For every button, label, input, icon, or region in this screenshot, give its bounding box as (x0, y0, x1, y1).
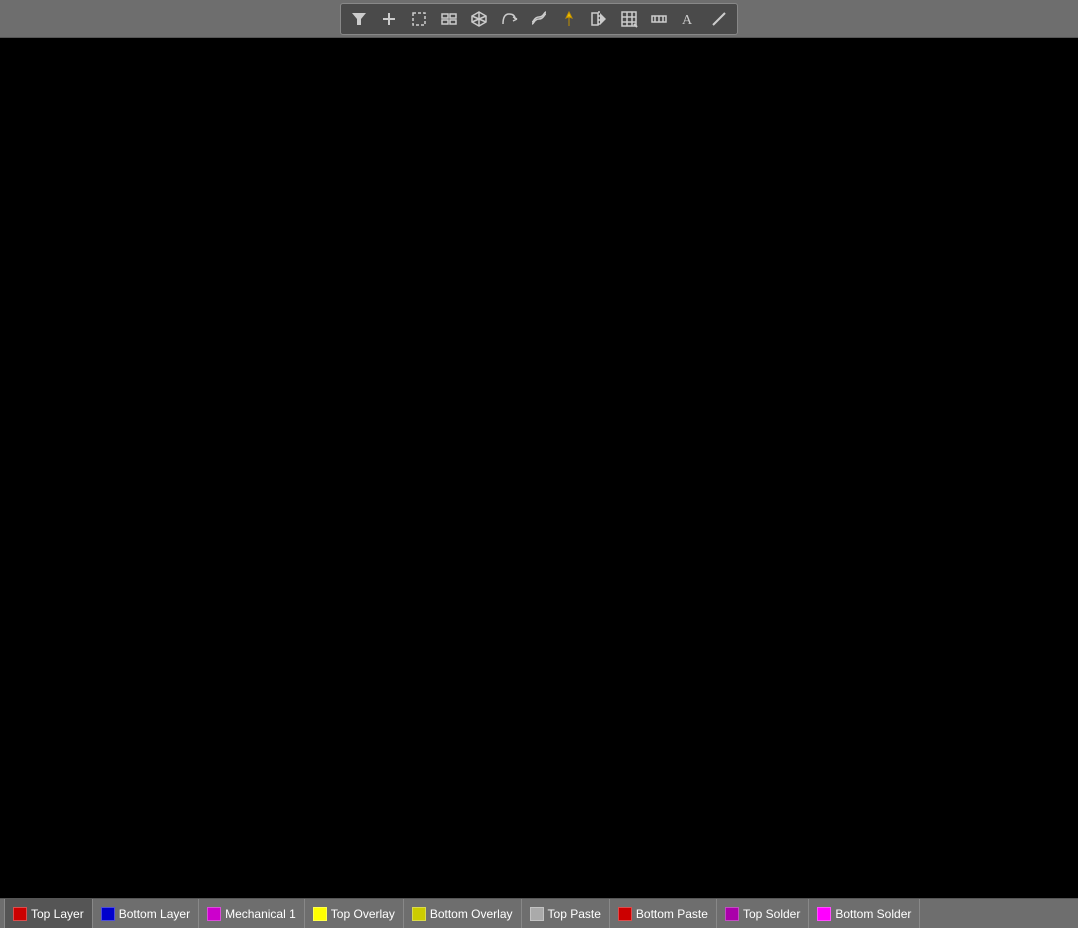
layer-color-bottom-paste (618, 907, 632, 921)
layer-label-bottom-solder: Bottom Solder (835, 907, 911, 921)
layer-item-top-overlay[interactable]: Top Overlay (305, 899, 404, 928)
3d-button[interactable] (465, 6, 493, 32)
text-button[interactable]: A (675, 6, 703, 32)
layer-label-mechanical-1: Mechanical 1 (225, 907, 296, 921)
pin-button[interactable] (555, 6, 583, 32)
layer-item-bottom-paste[interactable]: Bottom Paste (610, 899, 717, 928)
rect-select-button[interactable] (405, 6, 433, 32)
layer-item-top-solder[interactable]: Top Solder (717, 899, 809, 928)
layer-label-top-overlay: Top Overlay (331, 907, 395, 921)
layer-item-bottom-overlay[interactable]: Bottom Overlay (404, 899, 522, 928)
align-button[interactable] (435, 6, 463, 32)
filter-button[interactable] (345, 6, 373, 32)
layer-color-top-overlay (313, 907, 327, 921)
layer-color-mechanical-1 (207, 907, 221, 921)
layer-item-top-layer[interactable]: Top Layer (4, 899, 93, 928)
layer-label-bottom-overlay: Bottom Overlay (430, 907, 513, 921)
layer-bar: Top Layer Bottom Layer Mechanical 1 Top Ove… (0, 898, 1078, 928)
layer-color-bottom-solder (817, 907, 831, 921)
layer-label-top-solder: Top Solder (743, 907, 800, 921)
layer-label-top-layer: Top Layer (31, 907, 84, 921)
toolbar-inner: A (340, 3, 738, 35)
layer-color-bottom-layer (101, 907, 115, 921)
pcb-canvas[interactable] (0, 38, 1078, 898)
layer-color-top-layer (13, 907, 27, 921)
route-button[interactable] (495, 6, 523, 32)
layer-color-top-solder (725, 907, 739, 921)
line-button[interactable] (705, 6, 733, 32)
toolbar: A (0, 0, 1078, 38)
layer-label-bottom-layer: Bottom Layer (119, 907, 190, 921)
track-button[interactable] (525, 6, 553, 32)
layer-label-top-paste: Top Paste (548, 907, 601, 921)
layer-item-top-paste[interactable]: Top Paste (522, 899, 610, 928)
layer-color-top-paste (530, 907, 544, 921)
measure-button[interactable] (645, 6, 673, 32)
mirror-button[interactable] (585, 6, 613, 32)
layer-color-bottom-overlay (412, 907, 426, 921)
layer-item-bottom-solder[interactable]: Bottom Solder (809, 899, 920, 928)
layer-item-mechanical-1[interactable]: Mechanical 1 (199, 899, 305, 928)
inspect-button[interactable] (615, 6, 643, 32)
add-button[interactable] (375, 6, 403, 32)
layer-label-bottom-paste: Bottom Paste (636, 907, 708, 921)
svg-text:A: A (682, 13, 693, 28)
layer-item-bottom-layer[interactable]: Bottom Layer (93, 899, 199, 928)
